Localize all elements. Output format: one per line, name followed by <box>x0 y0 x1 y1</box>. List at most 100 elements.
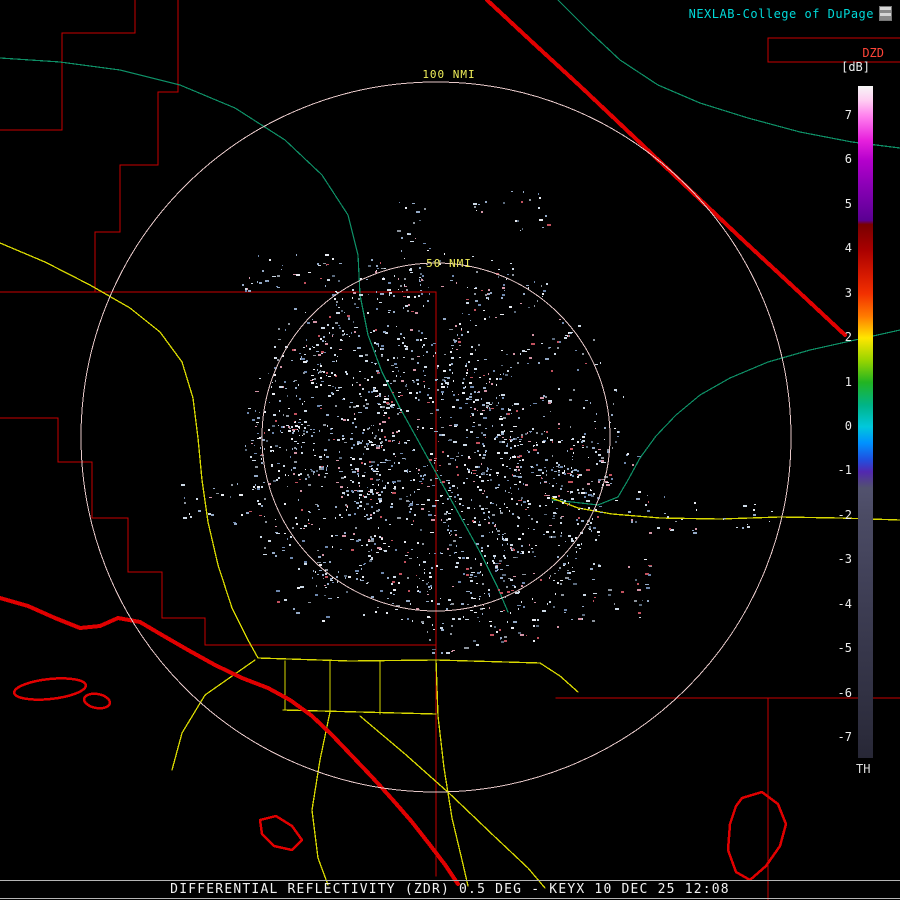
radar-echo <box>359 458 362 460</box>
radar-echo <box>346 490 349 492</box>
radar-echo <box>329 316 331 318</box>
radar-echo <box>503 610 505 611</box>
radar-echo <box>432 505 436 507</box>
radar-echo <box>511 498 513 500</box>
radar-echo <box>461 328 462 330</box>
radar-echo <box>478 424 481 426</box>
radar-echo <box>377 607 379 608</box>
interstates-layer <box>0 0 847 886</box>
radar-echo <box>305 312 306 313</box>
radar-echo <box>492 402 493 404</box>
radar-echo <box>364 446 366 448</box>
radar-echo <box>482 457 485 459</box>
radar-echo <box>481 463 482 465</box>
radar-echo <box>456 545 457 547</box>
radar-echo <box>325 285 326 287</box>
radar-echo <box>500 592 503 594</box>
radar-echo <box>550 411 551 412</box>
radar-echo <box>352 422 354 424</box>
radar-echo <box>520 473 521 474</box>
radar-echo <box>388 417 390 419</box>
radar-echo <box>468 458 471 459</box>
radar-echo <box>342 435 344 437</box>
radar-echo <box>696 509 697 511</box>
radar-echo <box>435 500 439 501</box>
colorbar-threshold-label: TH <box>856 762 871 776</box>
radar-echo <box>363 495 364 497</box>
radar-echo <box>380 262 381 264</box>
radar-echo <box>302 435 303 436</box>
radar-echo <box>252 489 254 490</box>
radar-echo <box>350 402 353 403</box>
radar-echo <box>492 531 493 533</box>
radar-echo <box>522 408 523 409</box>
radar-echo <box>446 511 448 513</box>
radar-echo <box>325 546 328 548</box>
radar-echo <box>317 574 319 575</box>
radar-echo <box>308 484 311 486</box>
radar-echo <box>434 460 436 461</box>
radar-echo <box>442 623 444 624</box>
radar-echo <box>485 294 487 296</box>
radar-echo <box>545 459 548 461</box>
radar-echo <box>612 447 613 449</box>
radar-echo <box>364 463 366 465</box>
radar-echo <box>254 475 258 477</box>
radar-echo <box>341 418 343 420</box>
radar-echo <box>328 385 331 386</box>
radar-echo <box>284 426 285 428</box>
radar-echo <box>479 454 481 456</box>
radar-echo <box>370 499 372 500</box>
radar-echo <box>567 504 568 506</box>
radar-echo <box>444 513 447 515</box>
radar-echo <box>365 360 368 362</box>
radar-echo <box>448 463 451 465</box>
radar-echo <box>344 333 345 335</box>
radar-echo <box>542 227 544 228</box>
radar-echo <box>326 264 329 265</box>
radar-echo <box>567 555 568 557</box>
radar-echo <box>442 451 444 453</box>
radar-echo <box>648 501 649 503</box>
radar-echo <box>241 514 243 516</box>
radar-echo <box>399 202 400 203</box>
radar-echo <box>521 436 523 438</box>
radar-echo <box>303 347 305 348</box>
radar-echo <box>486 474 488 475</box>
radar-echo <box>422 478 424 480</box>
radar-echo <box>356 540 359 542</box>
radar-echo <box>419 281 421 282</box>
radar-echo <box>367 494 370 495</box>
nexlab-brand-link[interactable]: NEXLAB-College of DuPage <box>689 6 892 21</box>
radar-echo <box>312 346 313 347</box>
radar-echo <box>273 480 276 482</box>
radar-echo <box>334 374 336 376</box>
radar-echo <box>557 582 559 584</box>
radar-echo <box>504 290 505 291</box>
radar-echo <box>527 432 528 434</box>
radar-echo <box>342 492 345 494</box>
radar-echo <box>573 389 575 391</box>
radar-echo <box>439 465 441 466</box>
radar-echo <box>279 386 283 388</box>
radar-echo <box>288 408 290 409</box>
radar-echo <box>504 550 505 551</box>
radar-echo <box>490 469 492 470</box>
radar-echo <box>383 543 386 544</box>
radar-echo <box>466 574 469 576</box>
radar-echo <box>477 486 479 488</box>
radar-echo <box>560 499 563 500</box>
radar-echo <box>332 275 335 277</box>
radar-echo <box>573 583 577 585</box>
radar-echo <box>476 583 478 584</box>
radar-echo <box>518 456 520 457</box>
radar-echo <box>576 519 578 521</box>
radar-echo <box>450 633 452 635</box>
radar-echo <box>380 516 382 518</box>
radar-echo <box>344 494 345 495</box>
radar-echo <box>342 535 346 537</box>
radar-echo <box>332 327 334 329</box>
radar-echo <box>391 465 393 467</box>
radar-echo <box>373 390 376 392</box>
radar-echo <box>350 464 352 466</box>
